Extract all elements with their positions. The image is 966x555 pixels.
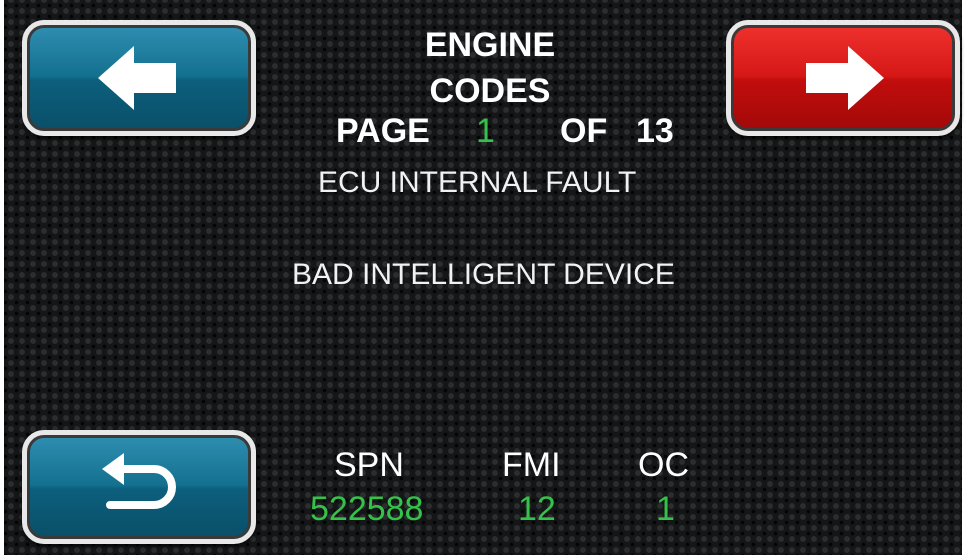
- screen-title-line1: ENGINE: [424, 26, 556, 64]
- screen-title-line2: CODES: [429, 72, 551, 110]
- spn-value: 522588: [310, 490, 424, 528]
- return-icon: [102, 453, 176, 509]
- fmi-label: FMI: [502, 446, 561, 484]
- oc-label: OC: [638, 446, 689, 484]
- of-label: OF: [560, 112, 608, 150]
- next-page-button[interactable]: [726, 20, 960, 136]
- arrow-right-icon: [806, 46, 884, 110]
- previous-page-button[interactable]: [22, 20, 256, 136]
- page-label: PAGE: [336, 112, 430, 150]
- current-page-number: 1: [476, 112, 495, 150]
- spn-label: SPN: [334, 446, 404, 484]
- fault-description-2: BAD INTELLIGENT DEVICE: [292, 258, 675, 291]
- total-pages-number: 13: [636, 112, 674, 150]
- fmi-value: 12: [518, 490, 556, 528]
- return-button[interactable]: [22, 430, 256, 544]
- arrow-left-icon: [98, 46, 176, 110]
- fault-description-1: ECU INTERNAL FAULT: [318, 166, 637, 199]
- oc-value: 1: [656, 490, 675, 528]
